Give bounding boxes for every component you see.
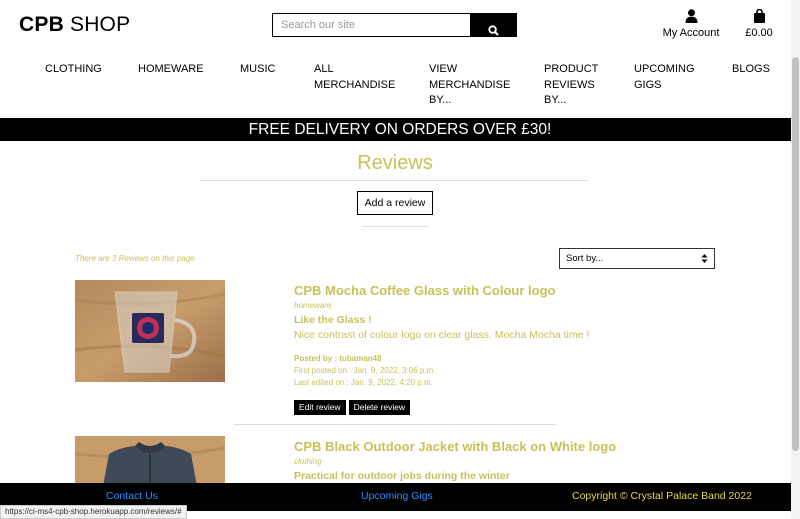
review-headline: Like the Glass !	[294, 314, 372, 326]
upcoming-gigs-link[interactable]: Upcoming Gigs	[361, 490, 433, 502]
review-product-name[interactable]: CPB Mocha Coffee Glass with Colour logo	[294, 283, 555, 298]
add-review-button[interactable]: Add a review	[357, 191, 433, 215]
my-account-label: My Account	[662, 27, 720, 39]
page: CPB SHOP My Account £0.00 CLOTHING HOMEW…	[0, 0, 800, 519]
brand-logo[interactable]: CPB SHOP	[19, 13, 130, 37]
add-review-divider	[362, 226, 428, 227]
my-account-link[interactable]: My Account	[658, 9, 724, 39]
review-divider	[234, 424, 556, 425]
edit-review-button[interactable]: Edit review	[294, 400, 346, 415]
browser-status-url: https://ci-ms4-cpb-shop.herokuapp.com/re…	[0, 505, 187, 519]
scrollbar-thumb[interactable]	[792, 57, 799, 451]
nav-item-music[interactable]: MUSIC	[240, 62, 300, 78]
review-last-edited: Last edited on : Jan. 9, 2022, 4:20 p.m.	[294, 378, 433, 387]
main-nav: CLOTHING HOMEWARE MUSIC ALL MERCHANDISE …	[0, 62, 800, 112]
nav-item-homeware[interactable]: HOMEWARE	[138, 62, 218, 78]
review-meta: Posted by : tubaman48 First posted on : …	[294, 353, 435, 389]
sort-selected-value: Sort by...	[566, 253, 604, 264]
review-product-image[interactable]	[75, 436, 225, 486]
nav-item-upcoming-gigs[interactable]: UPCOMING GIGS	[634, 62, 704, 93]
page-scrollbar[interactable]	[791, 0, 800, 519]
search-icon	[488, 25, 499, 36]
brand-bold: CPB	[19, 13, 64, 36]
review-posted-by: Posted by : tubaman48	[294, 354, 382, 363]
review-product-image[interactable]	[75, 280, 225, 382]
nav-item-product-reviews-by[interactable]: PRODUCT REVIEWS BY...	[544, 62, 610, 109]
nav-item-clothing[interactable]: CLOTHING	[45, 62, 125, 78]
review-category[interactable]: clothing	[294, 457, 322, 466]
search-input[interactable]	[272, 13, 470, 37]
sort-arrows-icon	[701, 254, 708, 263]
user-icon	[685, 9, 697, 23]
nav-item-blogs[interactable]: BLOGS	[732, 62, 782, 78]
review-actions: Edit review Delete review	[294, 400, 411, 415]
search-form	[272, 13, 517, 37]
page-title: Reviews	[357, 152, 433, 174]
review-category[interactable]: homeware	[294, 301, 331, 310]
review-count: There are 3 Reviews on this page	[75, 254, 195, 263]
bag-total: £0.00	[745, 27, 773, 39]
nav-item-all-merchandise[interactable]: ALL MERCHANDISE	[314, 62, 395, 93]
sort-select[interactable]: Sort by...	[559, 248, 715, 269]
copyright-text: Copyright © Crystal Palace Band 2022	[572, 490, 752, 502]
shopping-bag-icon	[753, 9, 765, 23]
coffee-glass-image	[75, 280, 225, 382]
review-product-name[interactable]: CPB Black Outdoor Jacket with Black on W…	[294, 439, 616, 454]
delete-review-button[interactable]: Delete review	[348, 400, 411, 415]
title-divider	[200, 180, 588, 181]
nav-item-view-merchandise-by[interactable]: VIEW MERCHANDISE BY...	[429, 62, 519, 109]
free-delivery-banner: FREE DELIVERY ON ORDERS OVER £30!	[0, 118, 800, 141]
review-body: Nice contrast of colour logo on clear gl…	[294, 329, 590, 341]
contact-us-link[interactable]: Contact Us	[106, 490, 158, 502]
review-headline: Practical for outdoor jobs during the wi…	[294, 470, 510, 482]
outdoor-jacket-image	[75, 436, 225, 486]
brand-rest: SHOP	[63, 13, 131, 36]
search-button[interactable]	[470, 13, 517, 37]
shopping-bag-link[interactable]: £0.00	[738, 9, 780, 39]
review-first-posted: First posted on : Jan. 9, 2022, 3:06 p.m…	[294, 366, 436, 375]
